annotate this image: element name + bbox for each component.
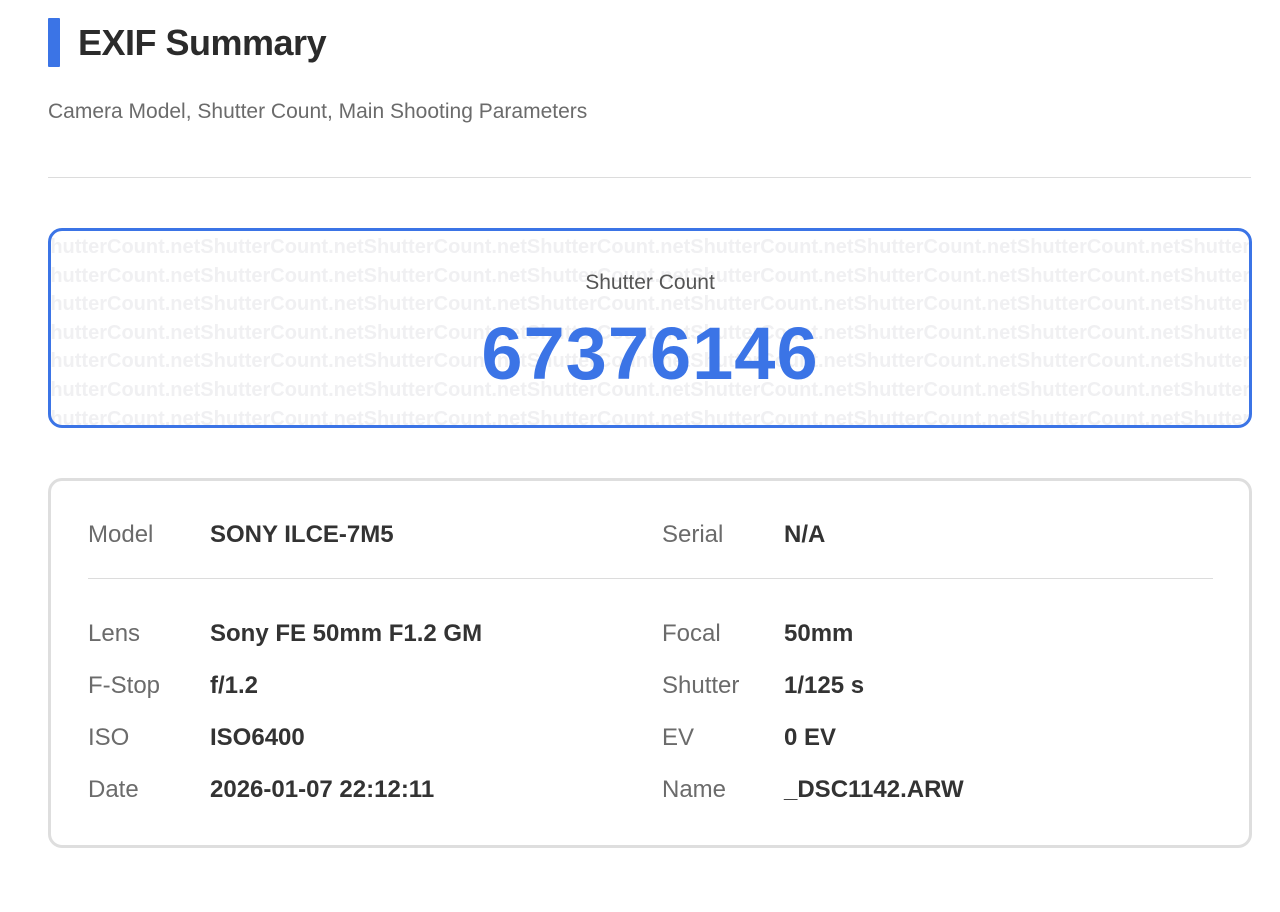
model-value: SONY ILCE-7M5 [210,521,394,548]
serial-label: Serial [662,521,724,548]
date-value: 2026-01-07 22:12:11 [210,776,435,803]
exif-summary-page: EXIF Summary Camera Model, Shutter Count… [0,0,1280,912]
info-divider [88,578,1213,579]
iso-value: ISO6400 [210,724,305,751]
shutter-count-label: Shutter Count [585,271,715,294]
page-subtitle: Camera Model, Shutter Count, Main Shooti… [48,100,588,123]
ev-value: 0 EV [784,724,837,751]
watermark-line: ShutterCount.netShutterCount.netShutterC… [48,236,1251,258]
info-row-lens-focal: Lens Sony FE 50mm F1.2 GM Focal 50mm [88,620,1218,650]
info-row-fstop-shutter: F-Stop f/1.2 Shutter 1/125 s [88,672,1218,702]
model-label: Model [88,521,154,548]
focal-label: Focal [662,620,721,647]
serial-value: N/A [784,521,826,548]
date-label: Date [88,776,139,803]
shutter-speed-label: Shutter [662,672,740,699]
ev-label: EV [662,724,695,751]
shutter-count-value: 67376146 [481,312,819,395]
shutter-count-card: ShutterCount.netShutterCount.netShutterC… [48,228,1252,428]
info-row-date-name: Date 2026-01-07 22:12:11 Name _DSC1142.A… [88,776,1218,806]
page-title: EXIF Summary [78,21,327,63]
shutter-speed-value: 1/125 s [784,672,865,699]
title-accent-bar [48,18,60,67]
fstop-value: f/1.2 [210,672,259,699]
focal-value: 50mm [784,620,854,647]
filename-label: Name [662,776,727,803]
filename-value: _DSC1142.ARW [784,776,964,803]
divider [48,177,1251,178]
info-row-iso-ev: ISO ISO6400 EV 0 EV [88,724,1218,754]
watermark-line: ShutterCount.netShutterCount.netShutterC… [48,407,1251,428]
iso-label: ISO [88,724,130,751]
fstop-label: F-Stop [88,672,161,699]
lens-label: Lens [88,620,141,647]
lens-value: Sony FE 50mm F1.2 GM [210,620,483,647]
info-row-model-serial: Model SONY ILCE-7M5 Serial N/A [88,521,1218,551]
exif-info-card: Model SONY ILCE-7M5 Serial N/A Lens Sony… [48,478,1252,848]
title-row: EXIF Summary [48,18,327,67]
